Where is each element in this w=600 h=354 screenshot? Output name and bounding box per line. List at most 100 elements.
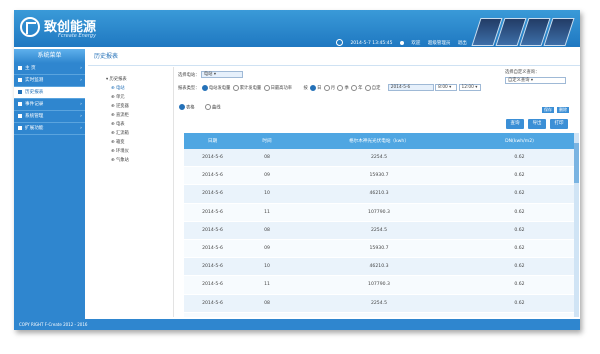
user-icon [399,40,404,45]
table-cell: 2014-5-6 [184,312,241,317]
header-status: 2014-5-7 13:45:45 欢迎 超级管理员 退出 [336,39,473,46]
table-row[interactable]: 2014-5-6 11 107790.3 0.62 [184,275,574,295]
radio-view-curve[interactable] [204,104,211,110]
table-cell: 08 [241,149,293,168]
table-row[interactable]: 2014-5-6 08 2254.5 0.62 [184,294,574,313]
table-cell: 0.62 [465,221,574,240]
scroll-thumb[interactable] [574,143,579,183]
table-row[interactable]: 2014-5-60915930.70.62 [184,239,574,259]
table-cell: 09 [241,166,293,186]
date-input[interactable]: 2014-5-6 [387,84,434,91]
time-to-select[interactable]: 12:00 ▾ [458,84,481,91]
table-cell: 2014-5-6 [184,166,241,186]
user-name[interactable]: 超级管理员 [428,41,451,46]
table-row[interactable]: 2014-5-6 08 2254.5 0.62 [184,221,574,240]
col-station-energy: 格尔木神光光伏电站（kwh） [293,133,465,149]
sidebar-item-events[interactable]: 事件记录 › [14,99,85,111]
print-button[interactable]: 打印 [550,119,568,129]
sidebar-item-home[interactable]: 主 页 › [14,63,85,75]
table-cell: 46210.3 [293,184,465,204]
solar-panel-banner [466,10,580,47]
table-cell: 2254.5 [293,221,465,240]
table-scrollbar[interactable] [574,133,579,317]
report-table: 日期 时间 格尔木神光光伏电站（kwh） DN(kwh/m2) 2014-5-6… [184,133,574,317]
table-cell: 107790.3 [293,203,465,222]
radio-quarter[interactable] [337,84,344,91]
table-cell: 11 [241,203,293,222]
chevron-right-icon: › [80,66,82,71]
table-cell: 0.62 [465,184,574,204]
sidebar-item-label: 历史报表 [25,90,44,95]
type-label: 报表类型： [178,86,200,91]
table-row[interactable]: 2014-5-6 11 107790.3 0.62 [184,203,574,222]
table-cell: 0.62 [465,239,574,259]
chevron-right-icon: › [80,78,82,83]
radio-view-table[interactable] [179,104,185,110]
datetime: 2014-5-7 13:45:45 [350,41,393,46]
sidebar-item-system[interactable]: 系统管理 › [14,111,85,123]
radio-day[interactable] [310,84,317,91]
footer: COPY RIGHT F-Create 2012 - 2016 [14,319,580,330]
tree-item-weather[interactable]: ⊕ 气象站 [106,156,166,165]
chevron-right-icon: › [80,102,82,107]
table-cell: 2014-5-6 [184,221,241,240]
radio-total-energy[interactable] [232,84,239,91]
save-query-button[interactable]: 保存 [542,107,554,113]
table-cell: 2014-5-6 [184,275,241,295]
sidebar: 系统菜单 主 页 › 实时监测 › 历史报表 事件记录 › 系统管理 › 扩展功能 › [14,49,85,319]
table-cell: 09 [241,312,293,317]
chevron-right-icon: › [80,114,82,119]
table-row[interactable]: 2014-5-60915930.70.62 [184,166,574,186]
table-cell: 0.62 [465,275,574,295]
query-button[interactable]: 查询 [506,119,524,129]
table-cell: 10 [241,184,293,204]
time-from-select[interactable]: 8:00 ▾ [435,84,458,91]
radio-custom[interactable] [364,84,371,91]
table-cell: 46210.3 [293,257,465,277]
tree-item-dc-cabinet[interactable]: ⊕ 直流柜 [106,111,166,120]
logout-link[interactable]: 退出 [458,41,467,46]
tree-item-station[interactable]: ⊕ 电站 [106,84,166,93]
home-icon [18,65,22,70]
table-row[interactable]: 2014-5-6 08 2254.5 0.62 [184,149,574,168]
logo-icon [20,17,40,37]
tree-root[interactable]: ▾ 历史报表 [106,75,166,84]
tree-item-combiner[interactable]: ⊕ 汇流箱 [106,129,166,138]
table-cell: 107790.3 [293,275,465,295]
table-cell: 15930.7 [293,239,465,259]
table-cell: 08 [241,294,293,313]
custom-query-select[interactable]: 自定义查询 ▾ [505,77,566,84]
radio-station-energy[interactable] [201,84,208,91]
radio-month[interactable] [323,84,330,91]
table-cell: 2014-5-6 [184,149,241,168]
main-content: 历史报表 ▾ 历史报表 ⊕ 电站 ⊕ 单元 ⊕ 逆变器 ⊕ 直流柜 ⊕ 电表 ⊕… [88,49,580,319]
radio-max-power[interactable] [263,84,270,91]
table-row[interactable]: 2014-5-6 10 46210.3 0.62 [184,257,574,277]
export-button[interactable]: 导出 [528,119,546,129]
radio-year[interactable] [351,84,358,91]
tree-item-inverter[interactable]: ⊕ 逆变器 [106,102,166,111]
table-cell: 0.62 [465,203,574,222]
station-select[interactable]: 电站 ▾ [200,71,243,78]
sidebar-item-monitor[interactable]: 实时监测 › [14,75,85,87]
monitor-icon [18,77,22,82]
table-row[interactable]: 2014-5-6 10 46210.3 0.62 [184,184,574,204]
welcome-text: 欢迎 [411,41,421,46]
table-cell: 2014-5-6 [184,203,241,222]
tree-item-unit[interactable]: ⊕ 单元 [106,93,166,102]
delete-query-button[interactable]: 删除 [557,107,569,113]
sidebar-item-label: 主 页 [25,66,36,71]
tree-item-transformer[interactable]: ⊕ 箱变 [106,138,166,147]
sidebar-item-label: 系统管理 [25,114,44,119]
col-date: 日期 [184,133,241,149]
table-cell: 2014-5-6 [184,239,241,259]
table-cell: 2014-5-6 [184,294,241,313]
tree-item-env[interactable]: ⊕ 环境仪 [106,147,166,156]
chart-icon [18,89,22,94]
sidebar-item-extensions[interactable]: 扩展功能 › [14,123,85,135]
station-label: 选择电站： [178,73,200,78]
table-cell: 0.62 [465,149,574,168]
tree-item-meter[interactable]: ⊕ 电表 [106,120,166,129]
sidebar-item-history-report[interactable]: 历史报表 [14,87,85,99]
table-row[interactable]: 2014-5-60915930.70.62 [184,312,574,317]
